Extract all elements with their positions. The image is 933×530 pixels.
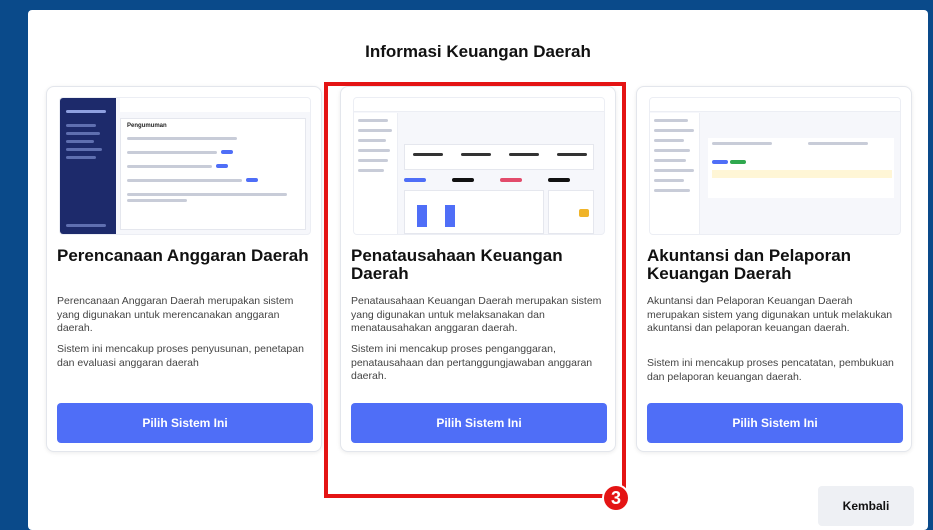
- select-system-button[interactable]: Pilih Sistem Ini: [57, 403, 313, 443]
- card-title: Akuntansi dan Pelaporan Keuangan Daerah: [647, 246, 852, 283]
- highlight-box: [324, 82, 626, 498]
- card-description: Akuntansi dan Pelaporan Keuangan Daerah …: [647, 295, 893, 334]
- card-details: Sistem ini mencakup proses pencatatan, p…: [647, 357, 894, 383]
- card-description: Perencanaan Anggaran Daerah merupakan si…: [57, 295, 294, 334]
- card-perencanaan: Pengumuman Perencanaan Anggaran Daerah P…: [46, 86, 322, 452]
- select-system-button[interactable]: Pilih Sistem Ini: [647, 403, 903, 443]
- card-details: Sistem ini mencakup proses penyusunan, p…: [57, 343, 304, 369]
- thumbnail-heading: Pengumuman: [127, 123, 167, 129]
- card-thumbnail: Pengumuman: [59, 97, 311, 235]
- thumbnail-sidebar: [60, 98, 116, 234]
- back-button[interactable]: Kembali: [818, 486, 914, 526]
- card-thumbnail: [649, 97, 901, 235]
- page-title: Informasi Keuangan Daerah: [365, 42, 591, 61]
- card-akuntansi: Akuntansi dan Pelaporan Keuangan Daerah …: [636, 86, 912, 452]
- card-title: Perencanaan Anggaran Daerah: [57, 246, 309, 265]
- step-marker: 3: [602, 484, 630, 512]
